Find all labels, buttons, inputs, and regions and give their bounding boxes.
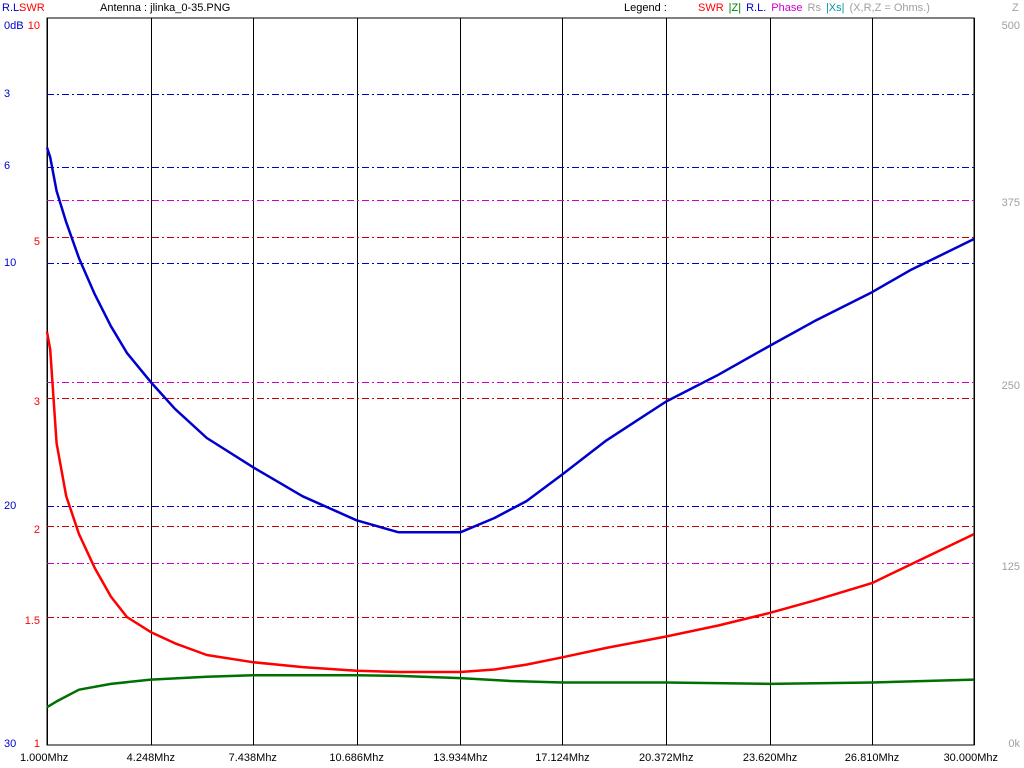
series-line-z (46, 673, 975, 709)
tick-label: 2 (33, 524, 40, 536)
tick-label: 1.000Mhz (20, 752, 69, 764)
tick-label: 250 (1001, 380, 1020, 392)
tick-label: 20 (4, 500, 17, 512)
tick-label: 13.934Mhz (433, 752, 488, 764)
tick-label: 10.686Mhz (329, 752, 384, 764)
tick-label: 30 (4, 738, 17, 750)
tick-label: 0k (1008, 738, 1020, 750)
tick-label: 375 (1001, 197, 1020, 209)
tick-label: 3 (4, 88, 11, 100)
tick-label: 1 (33, 738, 40, 750)
tick-label: 0dB (4, 20, 24, 32)
tick-label: 23.620Mhz (742, 752, 798, 764)
series-line-rl (45, 147, 975, 534)
tick-label: 4.248Mhz (126, 752, 175, 764)
tick-label: 20.372Mhz (639, 752, 694, 764)
tick-label: 125 (1001, 561, 1020, 573)
tick-label: 7.438Mhz (228, 752, 277, 764)
tick-label: 17.124Mhz (535, 752, 590, 764)
tick-label: 26.810Mhz (844, 752, 900, 764)
tick-label: 500 (1001, 20, 1020, 32)
tick-label: 10 (27, 20, 40, 32)
tick-label: 3 (33, 396, 40, 408)
plot-frame (46, 17, 975, 746)
swr-chart (45, 17, 975, 746)
tick-label: 10 (4, 257, 17, 269)
tick-label: 30.000Mhz (943, 752, 998, 764)
tick-label: 5 (33, 236, 40, 248)
tick-label: 6 (4, 160, 11, 172)
tick-label: 1.5 (24, 615, 40, 627)
